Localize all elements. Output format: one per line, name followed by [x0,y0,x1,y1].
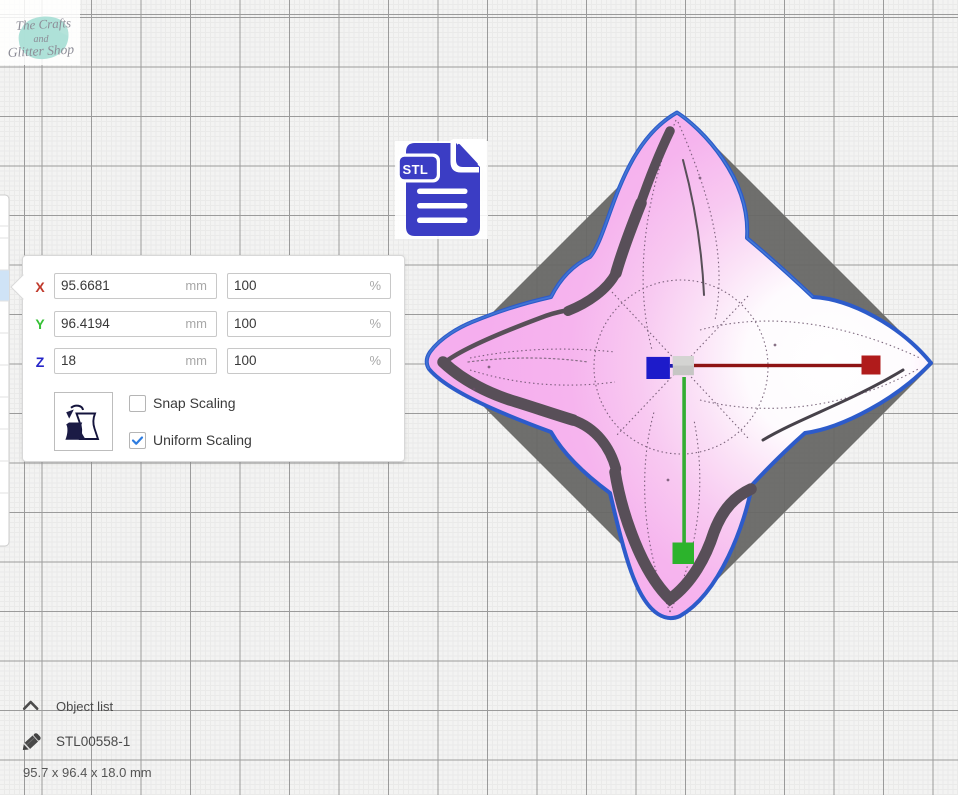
svg-text:The Crafts: The Crafts [15,15,71,33]
svg-text:STL: STL [403,162,429,177]
